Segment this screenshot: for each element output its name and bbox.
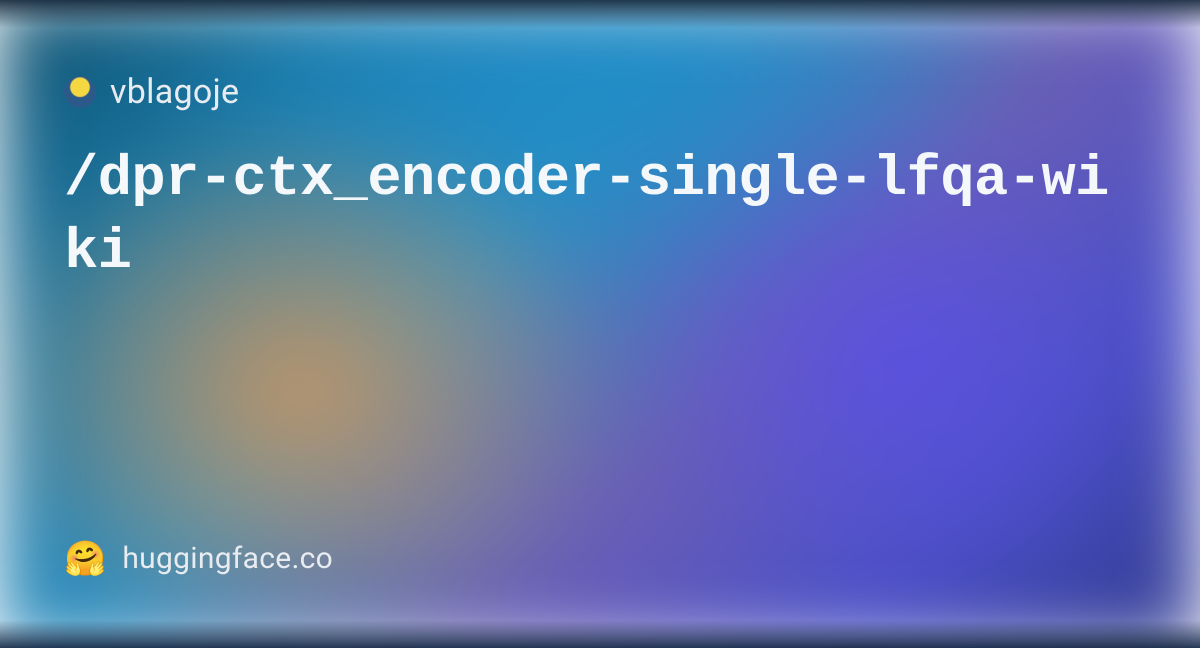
page-title: /dpr-ctx_encoder-single-lfqa-wiki	[64, 144, 1136, 290]
site-domain: huggingface.co	[122, 541, 333, 576]
author-avatar	[64, 76, 96, 108]
footer: 🤗 huggingface.co	[64, 541, 1136, 576]
author-row: vblagoje	[64, 72, 1136, 112]
content-container: vblagoje /dpr-ctx_encoder-single-lfqa-wi…	[0, 0, 1200, 648]
huggingface-logo-icon: 🤗	[64, 542, 106, 576]
author-name: vblagoje	[110, 72, 239, 112]
